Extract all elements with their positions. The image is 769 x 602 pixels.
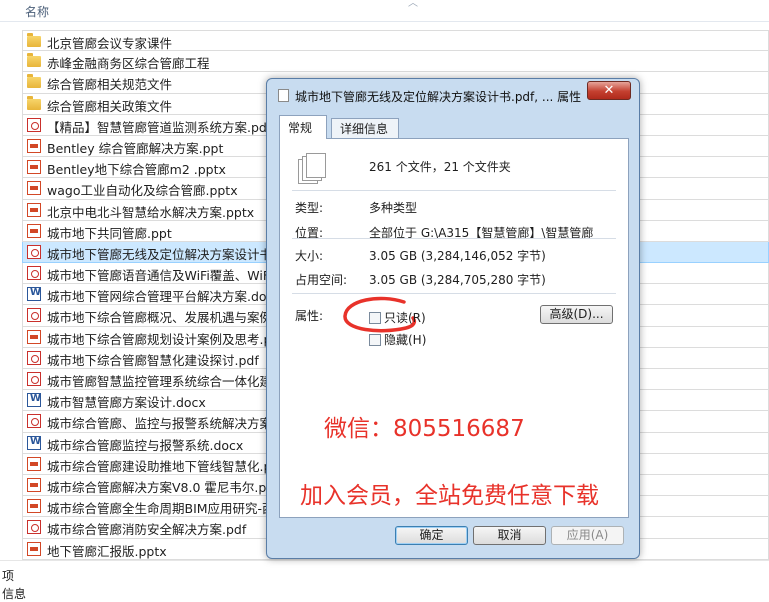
pdf-file-icon (27, 308, 41, 323)
pdf-file-icon (27, 117, 41, 132)
doc-file-icon (27, 287, 41, 302)
file-name: 城市综合管廊消防安全解决方案.pdf (47, 522, 247, 538)
pdf-file-icon (27, 520, 41, 535)
pdf-file-icon (27, 350, 41, 365)
folder-icon (27, 95, 41, 110)
file-name: 城市地下管网综合管理平台解决方案.docx (47, 289, 281, 305)
pdf-file-icon (27, 372, 41, 386)
properties-dialog: 城市地下管廊无线及定位解决方案设计书.pdf, ... 属性 ✕ 常规 详细信息… (266, 78, 640, 559)
ppt-file-icon (27, 202, 41, 217)
tab-general[interactable]: 常规 (279, 115, 327, 139)
file-name: 城市综合管廊解决方案V8.0 霍尼韦尔.ppt (47, 479, 280, 495)
status-bar: 项 信息 (0, 560, 769, 601)
file-name: 综合管廊相关政策文件 (47, 98, 173, 114)
file-name: Bentley地下综合管廊m2 .pptx (47, 162, 226, 178)
dialog-title: 城市地下管廊无线及定位解决方案设计书.pdf, ... 属性 (295, 90, 582, 104)
advanced-button[interactable]: 高级(D)... (540, 305, 613, 324)
ppt-file-icon (27, 541, 41, 556)
checkbox-icon (369, 334, 381, 346)
status-item-count: 项 (2, 569, 15, 583)
type-label: 类型: (295, 201, 324, 215)
pdf-file-icon (27, 244, 41, 259)
file-name: 城市综合管廊建设助推地下管线智慧化.ppt (47, 458, 285, 474)
folder-icon (27, 53, 41, 68)
ppt-file-icon (27, 181, 41, 196)
file-name: 北京管廊会议专家课件 (47, 36, 173, 51)
file-name: 北京中电北斗智慧给水解决方案.pptx (47, 204, 255, 220)
divider (292, 238, 616, 239)
file-name: 城市管廊智慧监控管理系统综合一体化建设 (47, 374, 285, 389)
checkbox-icon (369, 312, 381, 324)
tab-details[interactable]: 详细信息 (331, 118, 399, 138)
document-icon (278, 89, 289, 102)
hidden-label: 隐藏(H) (384, 333, 427, 347)
close-button[interactable]: ✕ (587, 81, 631, 100)
ppt-file-icon (27, 456, 41, 471)
file-name: 地下管廊汇报版.pptx (47, 543, 167, 559)
file-name: 城市综合管廊、监控与报警系统解决方案. (47, 416, 276, 432)
file-name: wago工业自动化及综合管廊.pptx (47, 183, 238, 199)
ppt-file-icon (27, 160, 41, 175)
file-row[interactable]: 赤峰金融商务区综合管廊工程 (22, 51, 769, 73)
file-name: Bentley 综合管廊解决方案.ppt (47, 140, 224, 156)
ppt-file-icon (27, 477, 41, 492)
file-name: 赤峰金融商务区综合管廊工程 (47, 56, 210, 72)
file-name: 城市综合管廊监控与报警系统.docx (47, 437, 244, 453)
file-name: 城市地下综合管廊概况、发展机遇与案例分 (47, 310, 285, 326)
file-row[interactable]: 北京管廊会议专家课件 (22, 30, 769, 52)
cancel-button[interactable]: 取消 (473, 526, 546, 545)
multiple-files-icon (298, 153, 326, 185)
folder-icon (27, 33, 41, 47)
size-label: 大小: (295, 249, 324, 263)
type-value: 多种类型 (369, 201, 418, 215)
status-info: 信息 (2, 587, 27, 601)
general-panel: 261 个文件，21 个文件夹 类型: 多种类型 位置: 全部位于 G:\A31… (279, 138, 629, 518)
file-name: 城市地下管廊无线及定位解决方案设计书. (47, 246, 276, 262)
file-name: 城市地下管廊语音通信及WiFi覆盖、WiFi定 (47, 268, 286, 284)
ppt-file-icon (27, 329, 41, 344)
folder-icon (27, 74, 41, 89)
attributes-label: 属性: (295, 309, 324, 323)
ok-button[interactable]: 确定 (395, 526, 468, 545)
sort-chevron-icon: ︿ (408, 0, 418, 9)
column-name-header[interactable]: 名称 (25, 3, 49, 20)
doc-file-icon (27, 393, 41, 408)
ppt-file-icon (27, 223, 41, 238)
dialog-titlebar[interactable]: 城市地下管廊无线及定位解决方案设计书.pdf, ... 属性 ✕ (267, 79, 639, 109)
ppt-file-icon (27, 499, 41, 514)
ppt-file-icon (27, 138, 41, 153)
divider (292, 190, 616, 191)
file-name: 城市地下综合管廊智慧化建设探讨.pdf (47, 352, 259, 368)
divider (292, 293, 616, 294)
size-value: 3.05 GB (3,284,146,052 字节) (369, 249, 546, 263)
readonly-label: 只读(R) (384, 311, 426, 325)
pdf-file-icon (27, 414, 41, 429)
pdf-file-icon (27, 266, 41, 281)
doc-file-icon (27, 435, 41, 450)
disk-size-value: 3.05 GB (3,284,705,280 字节) (369, 273, 546, 287)
file-name: 【精品】智慧管廊管道监测系统方案.pdf (47, 119, 272, 135)
column-header: 名称 ︿ (0, 0, 769, 22)
hidden-checkbox[interactable]: 隐藏(H) (369, 331, 426, 348)
disk-size-label: 占用空间: (295, 273, 348, 287)
file-name: 城市地下共同管廊.ppt (47, 225, 172, 241)
file-name: 城市地下综合管廊规划设计案例及思考.ppt (47, 331, 285, 347)
file-name: 城市智慧管廊方案设计.docx (47, 395, 206, 411)
apply-button[interactable]: 应用(A) (551, 526, 624, 545)
file-name: 综合管廊相关规范文件 (47, 77, 173, 93)
file-name: 城市综合管廊全生命周期BIM应用研究-西 (47, 501, 275, 517)
watermark-wechat: 微信：805516687 (324, 416, 525, 442)
watermark-member: 加入会员，全站免费任意下载 (300, 483, 599, 509)
file-count-text: 261 个文件，21 个文件夹 (369, 160, 511, 174)
readonly-checkbox[interactable]: 只读(R) (369, 309, 426, 326)
